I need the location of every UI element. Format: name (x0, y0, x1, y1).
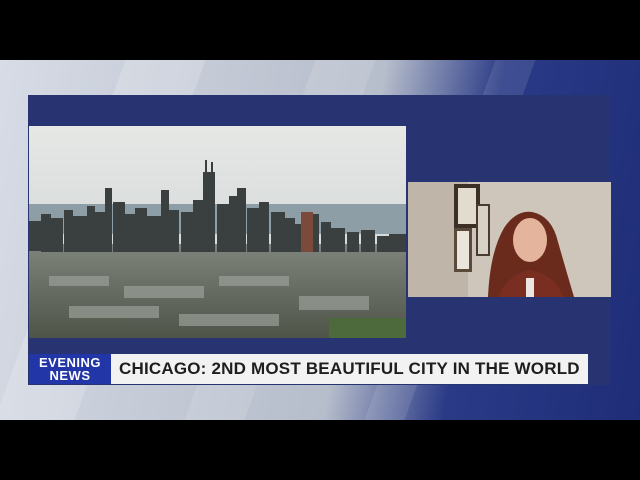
guest-image (408, 182, 611, 297)
skyline-image (29, 126, 406, 338)
lower-third: EVENING NEWS CHICAGO: 2ND MOST BEAUTIFUL… (29, 354, 588, 384)
skyline-video (29, 126, 406, 338)
evening-news-logo: EVENING NEWS (29, 354, 111, 384)
headline-text: CHICAGO: 2ND MOST BEAUTIFUL CITY IN THE … (111, 354, 588, 384)
logo-line2: NEWS (49, 368, 91, 383)
guest-video (408, 182, 611, 297)
broadcast-frame: EVENING NEWS CHICAGO: 2ND MOST BEAUTIFUL… (0, 0, 640, 480)
